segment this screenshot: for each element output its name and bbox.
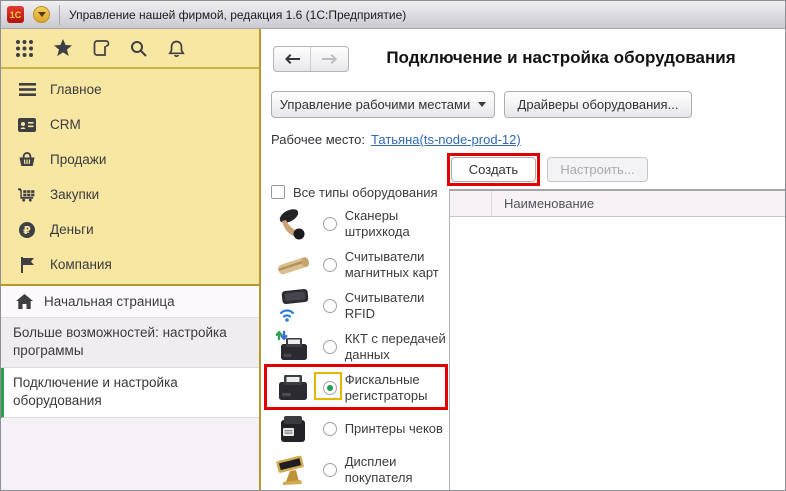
workplace-label: Рабочее место: <box>271 132 366 147</box>
1c-logo-icon: 1С <box>7 6 24 23</box>
equipment-type-label: Сканеры штрихкода <box>344 207 410 239</box>
contact-card-icon <box>18 117 36 132</box>
sidebar-item-equipment-setup[interactable]: Подключение и настройка оборудования <box>1 368 259 418</box>
equipment-radio[interactable] <box>322 298 337 313</box>
equipment-type-label: Считыватели RFID <box>344 289 425 321</box>
table-icon-column-header <box>450 191 492 216</box>
kkt-online-printer-icon <box>271 330 315 364</box>
main-menu-button[interactable] <box>33 6 50 23</box>
favorites-star-icon[interactable] <box>52 38 73 59</box>
equipment-row-receipt-printers[interactable]: Принтеры чеков <box>269 408 450 449</box>
titlebar-divider <box>59 4 60 25</box>
forward-button[interactable] <box>311 47 348 71</box>
sidebar-item-label: Деньги <box>50 222 94 237</box>
apps-grid-icon[interactable] <box>14 38 35 59</box>
equipment-radio-selected[interactable] <box>322 380 337 395</box>
customer-display-icon <box>271 453 315 487</box>
table-name-column-header: Наименование <box>504 196 595 211</box>
receipt-printer-icon <box>271 412 315 446</box>
configure-button-label: Настроить... <box>560 162 635 177</box>
fiscal-printer-icon <box>271 372 315 404</box>
equipment-radio[interactable] <box>322 421 337 436</box>
configure-button[interactable]: Настроить... <box>547 157 648 182</box>
history-nav-buttons <box>273 46 349 72</box>
equipment-table-header: Наименование <box>450 191 785 217</box>
window-title: Управление нашей фирмой, редакция 1.6 (1… <box>69 7 407 22</box>
create-button-label: Создать <box>468 162 519 177</box>
main-content: Подключение и настройка оборудования Упр… <box>263 29 785 490</box>
search-icon[interactable] <box>128 38 149 59</box>
sidebar-item-label: Начальная страница <box>44 294 175 309</box>
hamburger-icon <box>18 83 36 96</box>
home-icon <box>16 294 33 309</box>
workplaces-menu-button[interactable]: Управление рабочими местами <box>271 91 495 118</box>
sidebar-item-crm[interactable]: CRM <box>1 107 259 142</box>
equipment-type-label: Фискальные регистраторы <box>344 371 428 403</box>
equipment-row-barcode-scanners[interactable]: Сканеры штрихкода <box>269 203 450 244</box>
workplaces-menu-label: Управление рабочими местами <box>279 97 471 112</box>
sidebar-menu: Главное CRM Продажи Закупки ₽ Деньги Ком… <box>1 69 259 286</box>
sidebar-item-company[interactable]: Компания <box>1 247 259 282</box>
all-types-filter[interactable]: Все типы оборудования <box>269 183 450 201</box>
workplace-link[interactable]: Татьяна(ts-node-prod-12) <box>371 132 521 147</box>
back-button[interactable] <box>274 47 311 71</box>
equipment-radio[interactable] <box>322 339 337 354</box>
chevron-down-icon <box>478 102 487 107</box>
svg-text:₽: ₽ <box>23 224 31 237</box>
equipment-radio[interactable] <box>322 257 337 272</box>
sidebar-item-start-page[interactable]: Начальная страница <box>1 286 259 318</box>
sidebar-item-label: Продажи <box>50 152 107 167</box>
sidebar-filler <box>1 418 259 490</box>
equipment-row-rfid-readers[interactable]: Считыватели RFID <box>269 285 450 326</box>
equipment-type-list: Сканеры штрихкода Считыватели магнитных … <box>269 203 450 490</box>
sidebar-item-label: Компания <box>50 257 112 272</box>
create-button[interactable]: Создать <box>451 157 536 182</box>
ruble-coin-icon: ₽ <box>18 221 36 238</box>
sidebar-item-label: Подключение и настройка оборудования <box>13 375 178 408</box>
equipment-type-label: ККТ с передачей данных <box>344 330 446 362</box>
equipment-row-magstripe-readers[interactable]: Считыватели магнитных карт <box>269 244 450 285</box>
equipment-radio[interactable] <box>322 462 337 477</box>
sidebar-item-label: Закупки <box>50 187 100 202</box>
sidebar-item-money[interactable]: ₽ Деньги <box>1 212 259 247</box>
equipment-type-label: Принтеры чеков <box>344 420 443 436</box>
sidebar-item-sales[interactable]: Продажи <box>1 142 259 177</box>
equipment-row-fiscal-registrars[interactable]: Фискальные регистраторы <box>269 367 450 408</box>
workplace-line: Рабочее место: Татьяна(ts-node-prod-12) <box>271 132 521 147</box>
flag-icon <box>18 256 36 273</box>
equipment-type-label: Считыватели магнитных карт <box>344 248 439 280</box>
page-title: Подключение и настройка оборудования <box>386 48 736 67</box>
all-types-label: Все типы оборудования <box>293 184 438 200</box>
equipment-panel: Все типы оборудования Сканеры штрихкода <box>269 183 450 490</box>
equipment-row-kkt-online[interactable]: ККТ с передачей данных <box>269 326 450 367</box>
sidebar-item-label: CRM <box>50 117 81 132</box>
sidebar-item-label: Больше возможностей: настройка программы <box>13 325 227 358</box>
sidebar-item-main[interactable]: Главное <box>1 72 259 107</box>
cart-icon <box>18 187 36 202</box>
drivers-button-label: Драйверы оборудования... <box>517 97 679 112</box>
sidebar-item-label: Главное <box>50 82 102 97</box>
sidebar: Главное CRM Продажи Закупки ₽ Деньги Ком… <box>1 29 261 490</box>
app-window: 1С Управление нашей фирмой, редакция 1.6… <box>0 0 786 491</box>
barcode-scanner-icon <box>271 207 315 241</box>
chevron-down-icon <box>37 12 46 17</box>
rfid-reader-icon <box>271 288 315 323</box>
basket-icon <box>18 152 36 167</box>
magstripe-reader-icon <box>271 250 315 280</box>
equipment-row-customer-displays[interactable]: Дисплеи покупателя <box>269 449 450 490</box>
sidebar-toolbar <box>1 29 259 69</box>
equipment-radio[interactable] <box>322 216 337 231</box>
sidebar-item-purchases[interactable]: Закупки <box>1 177 259 212</box>
sidebar-item-more-settings[interactable]: Больше возможностей: настройка программы <box>1 318 259 368</box>
equipment-type-label: Дисплеи покупателя <box>344 453 413 485</box>
history-scroll-icon[interactable] <box>90 38 111 59</box>
notifications-bell-icon[interactable] <box>166 38 187 59</box>
title-bar: 1С Управление нашей фирмой, редакция 1.6… <box>1 1 785 29</box>
equipment-table: Наименование <box>449 189 785 490</box>
all-types-checkbox[interactable] <box>271 185 285 199</box>
drivers-button[interactable]: Драйверы оборудования... <box>504 91 692 118</box>
